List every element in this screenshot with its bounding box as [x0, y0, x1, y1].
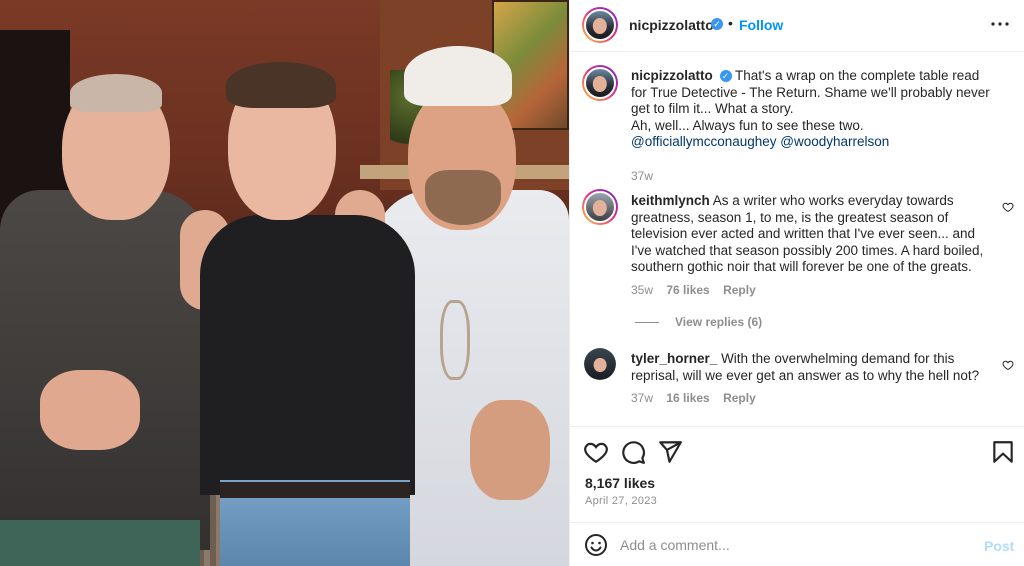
mention-link[interactable]: @officiallymcconaughey [631, 134, 777, 149]
comments-list[interactable]: nicpizzolatto ✓ That's a wrap on the com… [570, 53, 1024, 425]
follow-button[interactable]: Follow [739, 17, 783, 33]
post-photo[interactable] [0, 0, 569, 566]
likes-count[interactable]: 8,167 likes [585, 475, 655, 491]
caption-time[interactable]: 37w [631, 169, 653, 183]
caption-avatar[interactable] [582, 65, 618, 101]
post-date[interactable]: April 27, 2023 [585, 495, 657, 507]
comment-text: tyler_horner_ With the overwhelming dema… [631, 351, 993, 384]
view-replies-label: View replies (6) [675, 315, 763, 329]
divider [635, 322, 659, 324]
caption-username[interactable]: nicpizzolatto [631, 68, 713, 83]
comment-meta: 37w 16 likes Reply [631, 391, 766, 405]
mention-link[interactable]: @woodyharrelson [780, 134, 889, 149]
caption-text: nicpizzolatto ✓ That's a wrap on the com… [631, 68, 993, 151]
emoji-icon[interactable] [584, 533, 608, 557]
action-bar: 8,167 likes April 27, 2023 [570, 426, 1024, 520]
comment-meta: 35w 76 likes Reply [631, 283, 766, 297]
comment-username[interactable]: keithmlynch [631, 193, 710, 208]
comment-like-icon[interactable] [1002, 359, 1014, 371]
author-avatar[interactable] [582, 7, 618, 43]
view-replies-button[interactable]: View replies (6) [635, 315, 762, 329]
cap [404, 46, 512, 106]
comment-username[interactable]: tyler_horner_ [631, 351, 717, 366]
more-options-icon[interactable] [988, 12, 1012, 42]
comment-avatar[interactable] [582, 189, 618, 225]
bookmark-icon[interactable] [990, 439, 1016, 465]
reply-button[interactable]: Reply [723, 283, 756, 297]
separator-dot: • [728, 15, 733, 31]
verified-badge-icon: ✓ [719, 70, 732, 83]
comment-like-icon[interactable] [1002, 201, 1014, 213]
comment-likes[interactable]: 76 likes [666, 283, 709, 297]
comment-time[interactable]: 37w [631, 391, 653, 405]
comment-likes[interactable]: 16 likes [666, 391, 709, 405]
comment-icon[interactable] [620, 439, 646, 465]
author-username[interactable]: nicpizzolatto [629, 17, 714, 33]
comment-input[interactable] [620, 533, 960, 557]
comment-time[interactable]: 35w [631, 283, 653, 297]
caption-body-line2: Ah, well... Always fun to see these two. [631, 117, 864, 133]
sunglasses [440, 300, 470, 380]
comment-avatar[interactable] [584, 348, 616, 380]
comment-text: keithmlynch As a writer who works everyd… [631, 193, 993, 276]
heart-icon[interactable] [583, 439, 609, 465]
send-icon[interactable] [657, 439, 683, 465]
post-sidebar: nicpizzolatto ✓ • Follow nicpizzolatto ✓… [569, 0, 1024, 566]
caption-meta: 37w [631, 169, 663, 183]
comment-composer: Post [570, 522, 1024, 566]
post-button[interactable]: Post [984, 538, 1014, 554]
post-header: nicpizzolatto ✓ • Follow [570, 0, 1024, 52]
reply-button[interactable]: Reply [723, 391, 756, 405]
verified-badge-icon: ✓ [711, 18, 723, 30]
